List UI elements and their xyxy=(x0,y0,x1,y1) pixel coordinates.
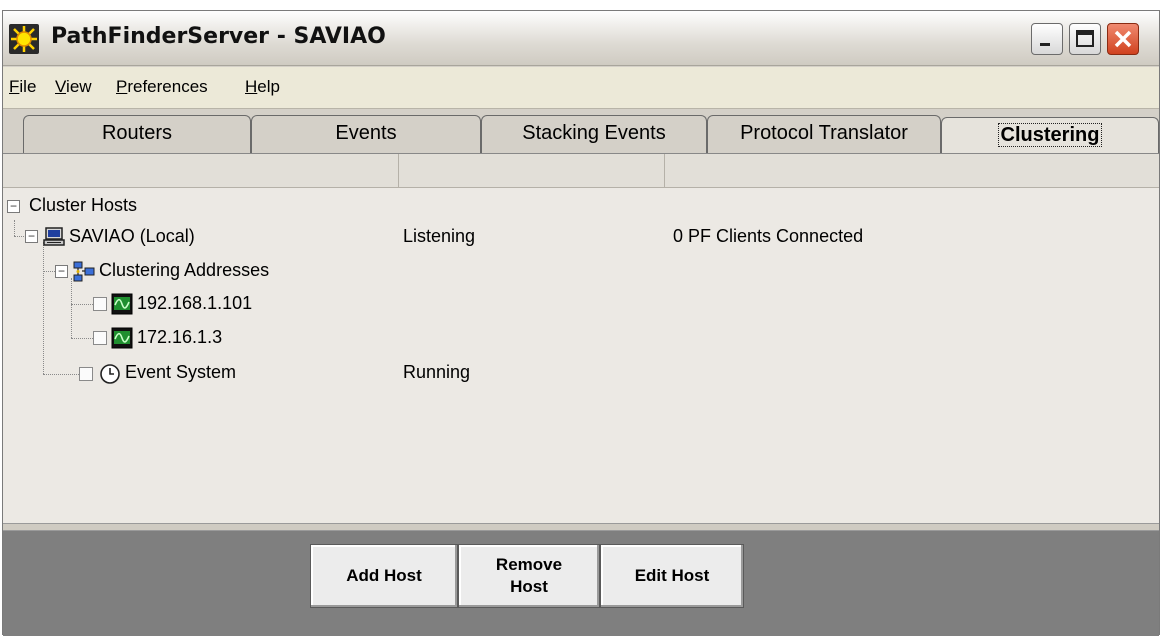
address-checkbox[interactable] xyxy=(93,297,107,311)
menu-preferences[interactable]: Preferences xyxy=(116,77,208,97)
tab-protocol-translator[interactable]: Protocol Translator xyxy=(707,115,941,153)
tree-connector xyxy=(43,242,44,374)
menu-bar: File View Preferences Help xyxy=(3,67,1159,109)
tab-stacking-events[interactable]: Stacking Events xyxy=(481,115,707,153)
menu-view[interactable]: View xyxy=(55,77,92,97)
tab-label: Protocol Translator xyxy=(740,122,908,144)
network-icon xyxy=(73,261,95,283)
tab-events[interactable]: Events xyxy=(251,115,481,153)
title-bar[interactable]: PathFinderServer - SAVIAO xyxy=(3,11,1159,66)
close-button[interactable] xyxy=(1107,23,1139,55)
tab-strip: Routers Events Stacking Events Protocol … xyxy=(3,109,1159,155)
collapse-toggle[interactable]: − xyxy=(25,230,38,243)
address-label[interactable]: 172.16.1.3 xyxy=(137,327,222,348)
event-system-status: Running xyxy=(403,362,471,382)
tab-routers[interactable]: Routers xyxy=(23,115,251,153)
monitor-wave-icon xyxy=(111,327,133,349)
event-system-checkbox[interactable] xyxy=(79,367,93,381)
tree-connector xyxy=(71,304,93,305)
tab-label: Events xyxy=(335,122,397,144)
menu-help[interactable]: Help xyxy=(245,77,280,97)
computer-icon xyxy=(43,227,65,247)
tree-connector xyxy=(71,278,72,338)
column-header-row xyxy=(3,154,1159,188)
collapse-toggle[interactable]: − xyxy=(55,265,68,278)
address-label[interactable]: 192.168.1.101 xyxy=(137,293,252,314)
tab-label: Routers xyxy=(101,122,173,144)
tree-connector xyxy=(14,220,15,236)
column-header[interactable] xyxy=(399,154,665,188)
cluster-tree: − Cluster Hosts − SAVIAO (Local) Listeni… xyxy=(3,190,1159,520)
tree-connector xyxy=(71,338,93,339)
minimize-icon xyxy=(1040,43,1050,46)
maximize-icon xyxy=(1076,30,1094,47)
remove-host-button[interactable]: Remove Host xyxy=(458,544,600,608)
addresses-group-label[interactable]: Clustering Addresses xyxy=(99,260,269,281)
close-icon xyxy=(1114,30,1132,48)
address-checkbox[interactable] xyxy=(93,331,107,345)
tree-connector xyxy=(14,236,24,237)
host-status: Listening xyxy=(403,226,476,246)
clock-icon xyxy=(99,363,121,385)
tree-connector xyxy=(43,374,79,375)
split-divider[interactable] xyxy=(3,523,1159,531)
edit-host-button[interactable]: Edit Host xyxy=(600,544,744,608)
event-system-label[interactable]: Event System xyxy=(125,362,236,383)
tab-label: Stacking Events xyxy=(522,122,666,144)
menu-file[interactable]: File xyxy=(9,77,36,97)
host-clients: 0 PF Clients Connected xyxy=(673,226,864,246)
column-header[interactable] xyxy=(3,154,399,188)
sun-icon xyxy=(9,24,39,54)
window-title: PathFinderServer - SAVIAO xyxy=(51,24,386,49)
tree-root-label[interactable]: Cluster Hosts xyxy=(29,195,137,216)
maximize-button[interactable] xyxy=(1069,23,1101,55)
clustering-panel: − Cluster Hosts − SAVIAO (Local) Listeni… xyxy=(3,153,1159,523)
column-header[interactable] xyxy=(665,154,1161,188)
host-label[interactable]: SAVIAO (Local) xyxy=(69,226,195,247)
app-window: PathFinderServer - SAVIAO File View Pref… xyxy=(2,10,1160,636)
minimize-button[interactable] xyxy=(1031,23,1063,55)
collapse-toggle[interactable]: − xyxy=(7,200,20,213)
monitor-wave-icon xyxy=(111,293,133,315)
tab-clustering[interactable]: Clustering xyxy=(941,117,1159,155)
add-host-button[interactable]: Add Host xyxy=(310,544,458,608)
button-bar: Add Host Remove Host Edit Host xyxy=(3,531,1159,636)
tab-label: Clustering xyxy=(997,123,1103,147)
